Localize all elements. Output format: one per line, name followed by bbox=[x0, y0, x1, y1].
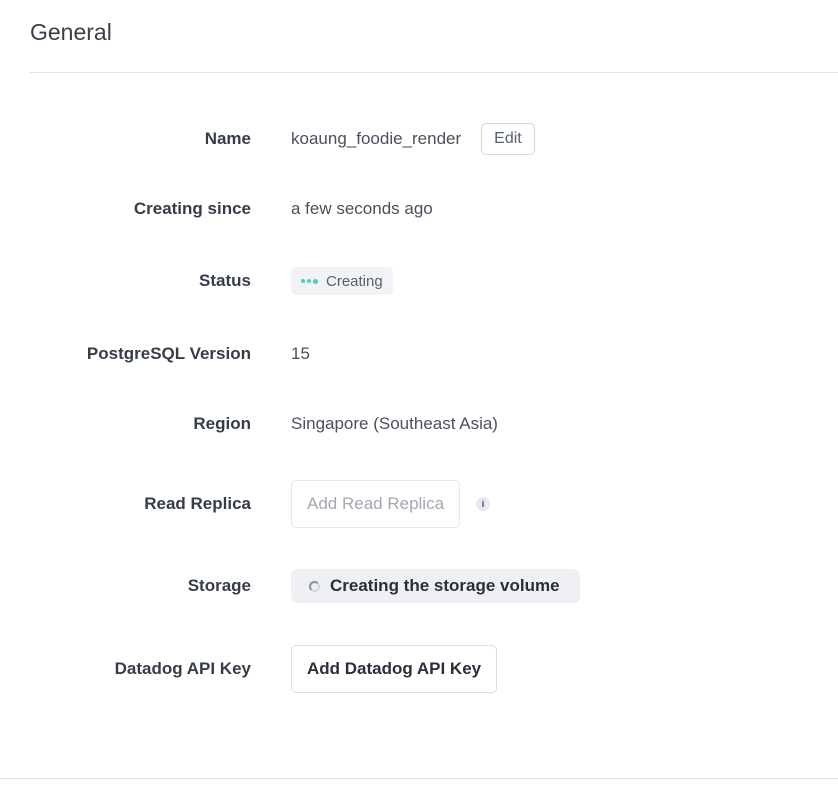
read-replica-label: Read Replica bbox=[144, 494, 251, 513]
field-row-creating-since: Creating since a few seconds ago bbox=[0, 189, 838, 229]
spinner-icon bbox=[309, 580, 320, 592]
section-bottom-divider bbox=[0, 778, 838, 779]
field-row-status: Status Creating bbox=[0, 261, 838, 301]
creating-since-value: a few seconds ago bbox=[291, 199, 433, 218]
field-row-datadog: Datadog API Key Add Datadog API Key bbox=[0, 645, 838, 693]
region-value: Singapore (Southeast Asia) bbox=[291, 414, 498, 433]
status-value: Creating bbox=[326, 272, 383, 290]
creating-since-label: Creating since bbox=[133, 199, 251, 218]
field-row-postgres-version: PostgreSQL Version 15 bbox=[0, 334, 838, 374]
postgres-version-label: PostgreSQL Version bbox=[86, 344, 251, 363]
postgres-version-value: 15 bbox=[291, 344, 310, 363]
section-divider bbox=[30, 72, 838, 73]
name-label: Name bbox=[204, 129, 251, 148]
info-icon[interactable]: i bbox=[476, 497, 491, 511]
storage-label: Storage bbox=[187, 576, 251, 595]
field-row-storage: Storage Creating the storage volume bbox=[0, 566, 838, 606]
region-label: Region bbox=[193, 414, 251, 433]
field-row-region: Region Singapore (Southeast Asia) bbox=[0, 404, 838, 444]
status-badge: Creating bbox=[291, 267, 393, 295]
datadog-label: Datadog API Key bbox=[114, 659, 251, 678]
field-row-name: Name koaung_foodie_render Edit bbox=[0, 119, 838, 159]
field-row-read-replica: Read Replica Add Read Replica i bbox=[0, 480, 838, 528]
status-label: Status bbox=[199, 271, 251, 290]
storage-value: Creating the storage volume bbox=[330, 576, 560, 595]
name-value: koaung_foodie_render bbox=[291, 129, 462, 148]
add-read-replica-button[interactable]: Add Read Replica bbox=[291, 480, 461, 528]
storage-status-pill: Creating the storage volume bbox=[291, 569, 580, 603]
progress-dots-icon bbox=[301, 278, 318, 284]
add-datadog-api-key-button[interactable]: Add Datadog API Key bbox=[291, 645, 498, 693]
section-title: General bbox=[30, 19, 112, 45]
edit-name-button[interactable]: Edit bbox=[481, 123, 535, 155]
